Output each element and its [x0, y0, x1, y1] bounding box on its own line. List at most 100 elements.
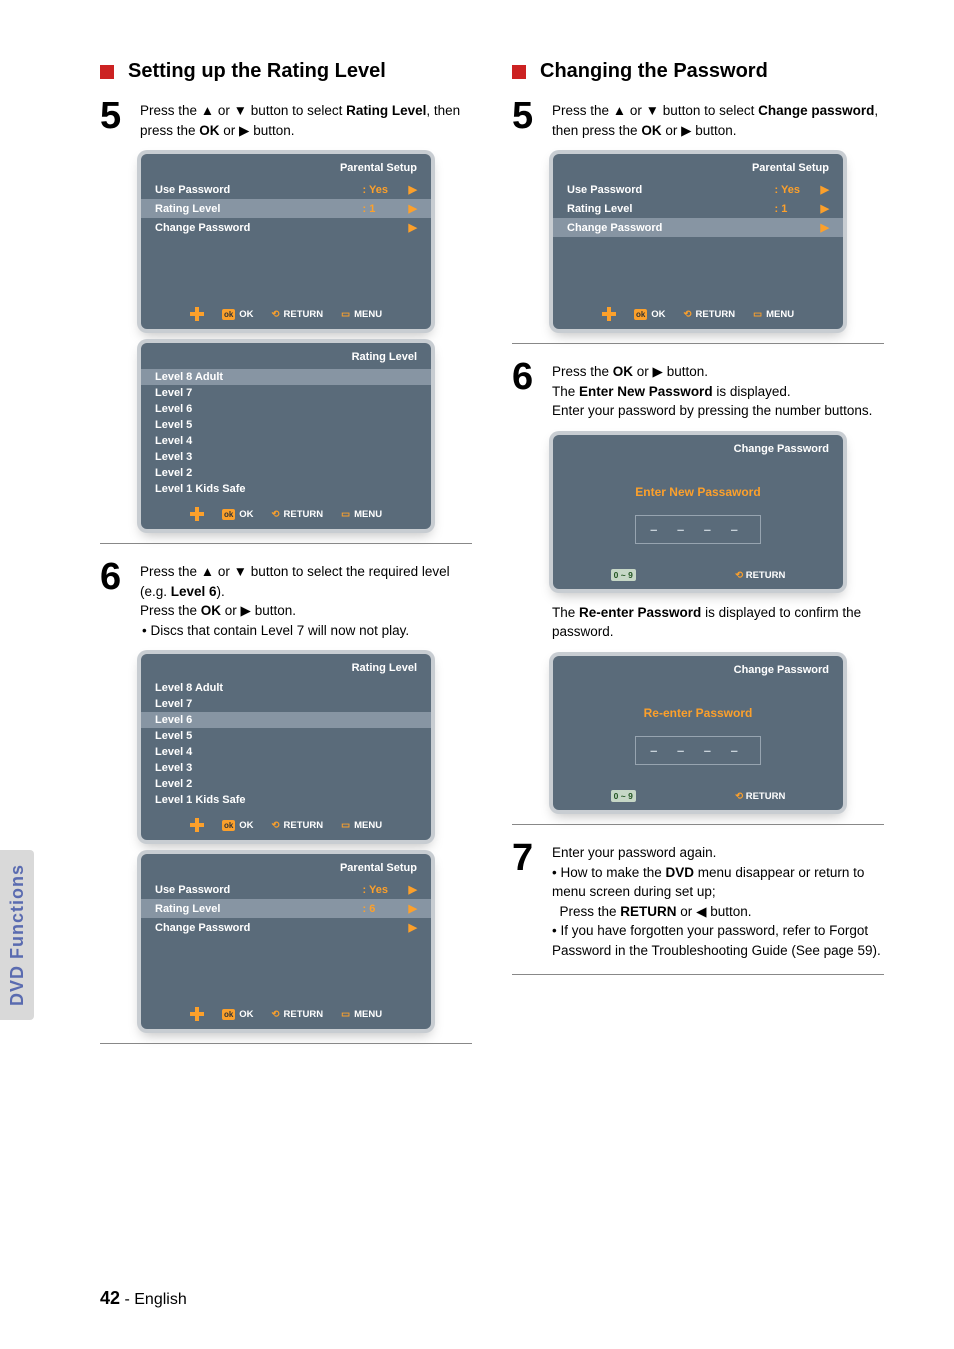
list-item: Level 7 — [141, 696, 431, 712]
dpad-icon — [190, 307, 204, 321]
step-text: Enter your password again. • How to make… — [552, 839, 884, 960]
side-category-label: DVD Functions — [7, 864, 28, 1006]
panel-title: Change Password — [553, 435, 843, 461]
panel-subtitle: Enter New Passaword — [563, 485, 833, 499]
panel-row: Use Password : Yes ▶ — [141, 880, 431, 899]
list-item: Level 2 — [141, 776, 431, 792]
dpad-icon — [190, 1007, 204, 1021]
panel-title: Change Password — [553, 656, 843, 682]
step-text: Press the ▲ or ▼ button to select Change… — [552, 97, 884, 140]
list-item: Level 7 — [141, 385, 431, 401]
step-6-right: 6 Press the OK or ▶ button. The Enter Ne… — [512, 358, 884, 421]
right-arrow-icon: ▶ — [409, 902, 417, 915]
step-6-left: 6 Press the ▲ or ▼ button to select the … — [100, 558, 472, 640]
step-number: 5 — [512, 97, 540, 135]
right-arrow-icon: ▶ — [409, 221, 417, 234]
menu-icon: ▭ — [341, 820, 350, 831]
up-arrow-icon: ▲ — [201, 103, 214, 118]
panel-footer: 0 ~ 9 ⟲ RETURN — [553, 552, 843, 589]
list-item: Level 5 — [141, 417, 431, 433]
dpad-icon — [190, 507, 204, 521]
password-input-display: – – – – — [635, 736, 761, 765]
divider — [512, 974, 884, 975]
step-text: Press the ▲ or ▼ button to select Rating… — [140, 97, 472, 140]
right-arrow-icon: ▶ — [409, 883, 417, 896]
panel-footer: ok OK ⟲ RETURN ▭ MENU — [141, 497, 431, 529]
step-7-right: 7 Enter your password again. • How to ma… — [512, 839, 884, 960]
osd-panel-parental-setup: Parental Setup Use Password : Yes ▶ Rati… — [141, 854, 431, 1029]
number-range-icon: 0 ~ 9 — [611, 790, 636, 802]
right-column: Changing the Password 5 Press the ▲ or ▼… — [512, 60, 884, 1058]
menu-icon: ▭ — [341, 509, 350, 520]
list-item: Level 6 — [141, 401, 431, 417]
list-item: Level 4 — [141, 744, 431, 760]
panel-row: Change Password ▶ — [141, 918, 431, 937]
list-item: Level 1 Kids Safe — [141, 481, 431, 497]
step-number: 5 — [100, 97, 128, 135]
menu-icon: ▭ — [753, 309, 762, 320]
ok-key-icon: ok — [222, 309, 235, 320]
down-arrow-icon: ▼ — [234, 564, 247, 579]
panel-row-highlighted: Rating Level : 1 ▶ — [141, 199, 431, 218]
right-arrow-icon: ▶ — [653, 364, 663, 379]
return-icon: ⟲ — [272, 309, 280, 320]
panel-subtitle: Re-enter Password — [563, 706, 833, 720]
right-arrow-icon: ▶ — [821, 183, 829, 196]
side-category-tab: DVD Functions — [0, 850, 34, 1020]
list-item: Level 5 — [141, 728, 431, 744]
panel-title: Parental Setup — [141, 854, 431, 880]
osd-panel-parental-setup: Parental Setup Use Password : Yes ▶ Rati… — [141, 154, 431, 329]
list-item: Level 4 — [141, 433, 431, 449]
right-arrow-icon: ▶ — [239, 123, 249, 138]
panel-row: Use Password : Yes ▶ — [141, 180, 431, 199]
step-number: 6 — [100, 558, 128, 596]
osd-panel-change-password: Change Password Re-enter Password – – – … — [553, 656, 843, 810]
list-item: Level 6 — [141, 712, 431, 728]
up-arrow-icon: ▲ — [201, 564, 214, 579]
ok-key-icon: ok — [634, 309, 647, 320]
step-number: 6 — [512, 358, 540, 396]
down-arrow-icon: ▼ — [646, 103, 659, 118]
section-title: Changing the Password — [540, 60, 768, 83]
panel-row: Change Password ▶ — [141, 218, 431, 237]
ok-key-icon: ok — [222, 820, 235, 831]
list-item: Level 2 — [141, 465, 431, 481]
panel-title: Parental Setup — [553, 154, 843, 180]
step-5-left: 5 Press the ▲ or ▼ button to select Rati… — [100, 97, 472, 140]
osd-panel-rating-level: Rating Level Level 8 Adult Level 7 Level… — [141, 343, 431, 529]
ok-key-icon: ok — [222, 509, 235, 520]
list-item: Level 1 Kids Safe — [141, 792, 431, 808]
panel-row-highlighted: Change Password ▶ — [553, 218, 843, 237]
return-icon: ⟲ — [735, 791, 743, 802]
red-square-icon — [512, 65, 526, 79]
step-text: Press the OK or ▶ button. The Enter New … — [552, 358, 884, 421]
panel-footer: ok OK ⟲ RETURN ▭ MENU — [141, 997, 431, 1029]
divider — [100, 1043, 472, 1044]
list-item: Level 8 Adult — [141, 369, 431, 385]
password-input-display: – – – – — [635, 515, 761, 544]
panel-title: Rating Level — [141, 654, 431, 680]
divider — [512, 824, 884, 825]
step-5-right: 5 Press the ▲ or ▼ button to select Chan… — [512, 97, 884, 140]
list-item: Level 8 Adult — [141, 680, 431, 696]
instruction-text: The Re-enter Password is displayed to co… — [552, 603, 884, 642]
red-square-icon — [100, 65, 114, 79]
up-arrow-icon: ▲ — [613, 103, 626, 118]
right-arrow-icon: ▶ — [409, 921, 417, 934]
divider — [512, 343, 884, 344]
panel-title: Parental Setup — [141, 154, 431, 180]
return-icon: ⟲ — [272, 1009, 280, 1020]
left-column: Setting up the Rating Level 5 Press the … — [100, 60, 472, 1058]
panel-footer: ok OK ⟲ RETURN ▭ MENU — [553, 297, 843, 329]
dpad-icon — [602, 307, 616, 321]
panel-title: Rating Level — [141, 343, 431, 369]
menu-icon: ▭ — [341, 309, 350, 320]
right-arrow-icon: ▶ — [409, 202, 417, 215]
page-number: 42 — [100, 1288, 120, 1308]
section-heading-password: Changing the Password — [512, 60, 884, 83]
page-footer: 42 - English — [100, 1288, 187, 1309]
panel-row: Use Password : Yes ▶ — [553, 180, 843, 199]
panel-footer: ok OK ⟲ RETURN ▭ MENU — [141, 297, 431, 329]
osd-panel-parental-setup: Parental Setup Use Password : Yes ▶ Rati… — [553, 154, 843, 329]
down-arrow-icon: ▼ — [234, 103, 247, 118]
